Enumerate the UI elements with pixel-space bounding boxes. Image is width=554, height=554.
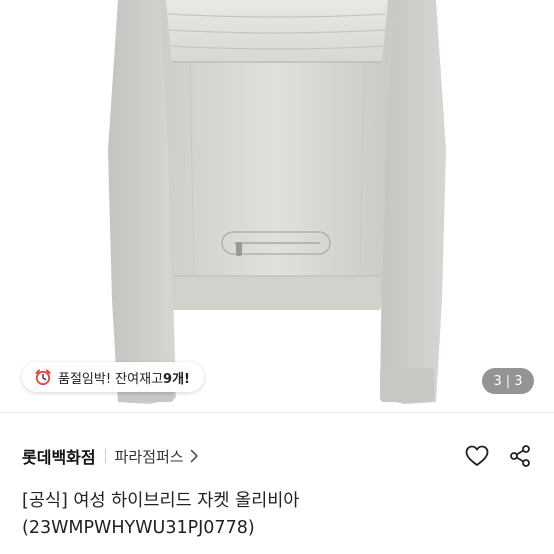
brand-name[interactable]: 롯데백화점 — [22, 444, 96, 468]
product-image[interactable]: 품절임박! 잔여재고 9개! 3 | 3 — [0, 0, 554, 412]
stock-badge-count: 9개! — [163, 371, 190, 387]
share-icon[interactable] — [508, 444, 532, 468]
seller-row: 롯데백화점 파라점퍼스 — [22, 440, 532, 472]
image-page-indicator: 3 | 3 — [482, 368, 534, 394]
brand-separator — [104, 449, 106, 463]
product-title: [공식] 여성 하이브리드 자켓 올리비아 (23WMPWHYWU31PJ077… — [22, 488, 532, 542]
jacket-back-photo — [108, 0, 446, 404]
chevron-right-icon[interactable] — [190, 449, 199, 463]
image-page-total: 3 — [514, 373, 523, 389]
stock-badge-text: 품절임박! 잔여재고 — [58, 371, 164, 387]
product-detail-page: 품절임박! 잔여재고 9개! 3 | 3 롯데백화점 파라점퍼스 [공식] 여성… — [0, 0, 554, 554]
heart-icon[interactable] — [464, 444, 490, 468]
product-title-line1: [공식] 여성 하이브리드 자켓 올리비아 — [22, 491, 300, 511]
store-link[interactable]: 파라점퍼스 — [115, 446, 184, 467]
product-actions — [464, 444, 532, 468]
image-page-separator: | — [505, 373, 511, 389]
image-page-current: 3 — [493, 373, 502, 389]
alarm-clock-icon — [34, 368, 52, 386]
section-divider — [0, 412, 554, 413]
stock-badge: 품절임박! 잔여재고 9개! — [22, 362, 204, 392]
product-title-line2: (23WMPWHYWU31PJ0778) — [22, 518, 255, 538]
